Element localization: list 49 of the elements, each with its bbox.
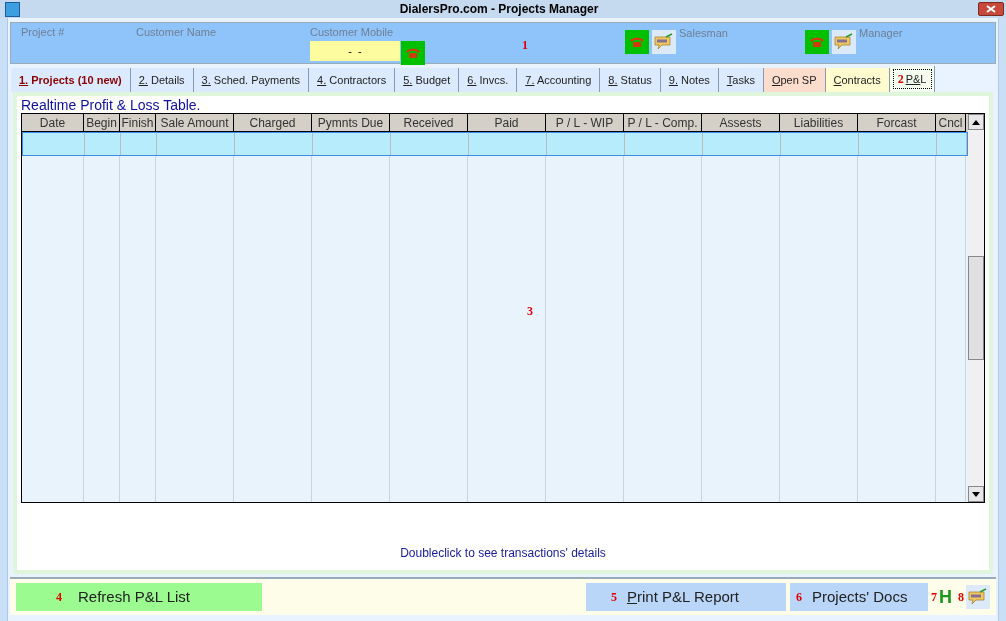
marker-number: 5 [611, 589, 617, 606]
tab[interactable]: 2. Details [130, 68, 194, 92]
marker-number: 7 [931, 589, 937, 606]
phone-icon[interactable] [625, 30, 649, 54]
tab[interactable]: Contracts [825, 68, 890, 92]
hint-text: Doubleclick to see transactions' details [400, 545, 606, 562]
scroll-thumb[interactable] [968, 256, 984, 360]
tab[interactable]: 2 P&L [889, 66, 936, 92]
tab[interactable]: Tasks [718, 68, 764, 92]
window-title: DialersPro.com - Projects Manager [398, 1, 600, 18]
close-button[interactable] [978, 2, 1004, 16]
sms-button[interactable] [966, 585, 990, 609]
tab[interactable]: Open SP [763, 68, 826, 92]
scrollbar[interactable] [968, 114, 984, 502]
panel-title: Realtime Profit & Loss Table. [21, 97, 202, 113]
phone-icon[interactable] [805, 30, 829, 54]
tab[interactable]: 8. Status [600, 68, 661, 92]
tab[interactable]: 1. Projects (10 new) [11, 68, 131, 92]
field-label: Manager [859, 26, 903, 41]
marker-number: 8 [958, 589, 964, 606]
tab[interactable]: 6. Invcs. [459, 68, 518, 92]
marker-number: 1 [522, 37, 528, 54]
close-icon [986, 5, 996, 13]
up-arrow-icon [972, 119, 980, 125]
mobile-field[interactable]: - - [310, 40, 400, 61]
field-label: Project # [21, 25, 66, 40]
tab[interactable]: 5. Budget [395, 68, 460, 92]
scroll-down-button[interactable] [968, 486, 984, 502]
marker-number: 4 [56, 589, 62, 606]
marker-number: 2 [897, 71, 904, 88]
sms-icon[interactable] [652, 30, 676, 54]
down-arrow-icon [972, 491, 980, 497]
marker-number: 3 [527, 304, 533, 318]
tab[interactable]: 7. Accounting [517, 68, 601, 92]
docs-button[interactable]: 6 Projects' Docs [790, 583, 928, 611]
help-button[interactable]: 7 H [931, 583, 952, 611]
field-label: Customer Mobile [310, 25, 395, 40]
marker-number: 6 [796, 589, 802, 606]
phone-icon[interactable] [401, 40, 425, 65]
print-button[interactable]: 5 Print P&L Report [586, 583, 786, 611]
tab[interactable]: 3. Sched. Payments [193, 68, 310, 92]
tab[interactable]: 4. Contractors [309, 68, 396, 92]
field-label: Salesman [679, 26, 729, 41]
tab[interactable]: 9. Notes [660, 68, 719, 92]
field-label: Customer Name [136, 25, 218, 40]
sms-icon[interactable] [832, 30, 856, 54]
scroll-up-button[interactable] [968, 114, 984, 130]
app-icon [5, 1, 20, 17]
refresh-button[interactable]: 4 Refresh P&L List [16, 583, 262, 611]
